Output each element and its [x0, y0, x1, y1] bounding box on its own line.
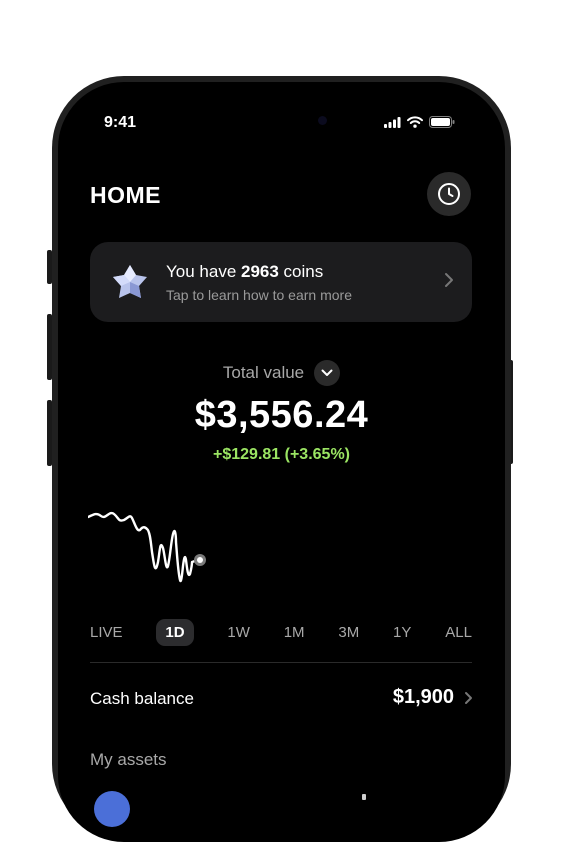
- total-value-amount: $3,556.24: [194, 394, 369, 436]
- chevron-down-icon: [321, 369, 333, 376]
- range-selector: LIVE 1D 1W 1M 3M 1Y ALL: [90, 619, 472, 646]
- coins-suffix: coins: [278, 262, 324, 281]
- app-screen: 9:41 HOME You have 2963 coins Tap to lea…: [58, 82, 505, 842]
- total-value-label: Total value: [222, 363, 305, 382]
- asset-avatar[interactable]: [94, 791, 130, 827]
- history-button[interactable]: [427, 172, 471, 216]
- chevron-right-icon: [465, 691, 472, 704]
- cash-balance-label: Cash balance: [90, 689, 194, 708]
- cash-balance-row[interactable]: $1,900: [393, 686, 473, 709]
- coins-prefix: You have: [166, 262, 241, 281]
- range-option-1y[interactable]: 1Y: [393, 620, 411, 645]
- total-value-change: +$129.81 (+3.65%): [213, 446, 350, 463]
- range-option-1m[interactable]: 1M: [284, 620, 305, 645]
- cash-balance-value: $1,900: [392, 686, 454, 708]
- price-line: [88, 511, 200, 583]
- chevron-right-icon: [445, 273, 453, 287]
- total-value-dropdown[interactable]: [314, 360, 341, 386]
- range-option-1w[interactable]: 1W: [227, 620, 250, 645]
- coins-subtitle: Tap to learn how to earn more: [166, 287, 352, 303]
- range-option-all[interactable]: ALL: [445, 620, 472, 645]
- price-chart[interactable]: [88, 502, 218, 592]
- coins-text: You have 2963 coins: [166, 262, 323, 282]
- status-icons: [384, 114, 455, 130]
- my-assets-label: My assets: [90, 750, 167, 769]
- chart-current-dot: [197, 557, 203, 563]
- range-option-live[interactable]: LIVE: [90, 620, 123, 645]
- clock-icon: [438, 183, 460, 205]
- coins-count: 2963: [241, 262, 279, 281]
- range-option-3m[interactable]: 3M: [338, 620, 359, 645]
- wifi-icon: [407, 116, 423, 128]
- divider: [90, 662, 472, 663]
- total-value-row: Total value: [58, 360, 505, 386]
- battery-icon: [429, 116, 455, 128]
- range-option-1d[interactable]: 1D: [156, 619, 194, 646]
- coins-card[interactable]: You have 2963 coins Tap to learn how to …: [90, 242, 472, 322]
- status-time: 9:41: [104, 114, 137, 131]
- gem-icon: [113, 265, 147, 298]
- camera-dot: [318, 116, 327, 125]
- page-title: HOME: [90, 182, 161, 208]
- signal-icon: [384, 116, 401, 128]
